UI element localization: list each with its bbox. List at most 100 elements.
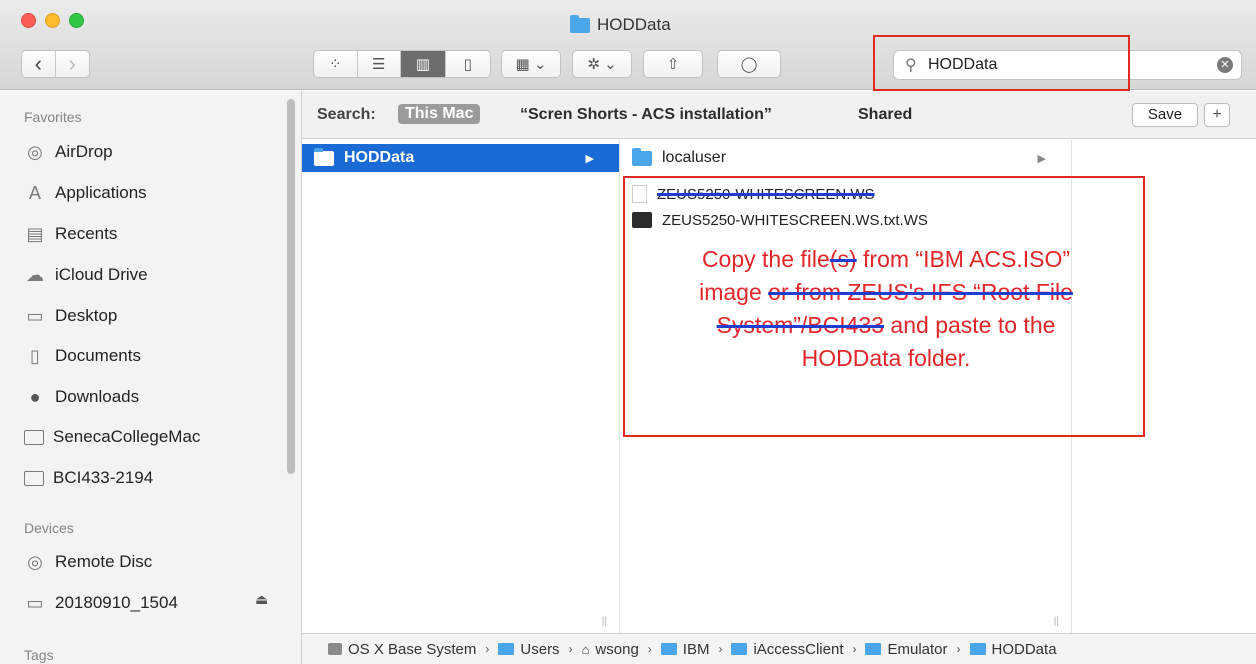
downloads-icon: ● [29,386,41,407]
sidebar-header-favorites: Favorites [24,109,82,125]
folder-icon [632,147,652,166]
sidebar-item-label: Remote Disc [55,552,153,571]
chevron-left-icon: ‹ [34,51,42,76]
path-segment[interactable]: HODData [992,641,1057,658]
scope-folder-button[interactable]: “Scren Shorts - ACS installation” [520,106,772,124]
annotation-fragment: from “IBM ACS.ISO” [856,246,1071,272]
annotation-fragment: image [699,279,769,305]
folder-icon [24,470,44,486]
window-title: HODData [570,13,671,37]
sidebar-item-downloads[interactable]: ● Downloads [24,382,140,412]
sidebar-item-label: Documents [55,346,141,365]
chevron-right-icon: › [68,51,76,76]
sidebar-item-applications[interactable]: A Applications [24,178,147,208]
home-icon: ⌂ [581,641,590,657]
sidebar-item-label: Applications [55,183,147,202]
folder-icon [24,429,44,445]
sidebar-item-bci433-2194[interactable]: BCI433-2194 [24,463,153,493]
path-separator-icon: › [568,642,573,656]
path-segment[interactable]: wsong [595,641,638,658]
group-button[interactable]: ▦ ⌄ [501,50,561,78]
sidebar-item-recents[interactable]: ▤ Recents [24,219,117,249]
sidebar-item-desktop[interactable]: ▭ Desktop [24,301,117,331]
annotation-fragment: Copy the file [701,246,830,272]
grid-icon: ⁘ [328,56,342,73]
browser-column-1: HODData ▶ || [302,140,620,633]
sidebar-item-label: SenecaCollegeMac [53,427,201,446]
annotation-fragment: and paste to the [884,312,1056,338]
icon-view-button[interactable]: ⁘ [314,51,358,77]
path-segment[interactable]: IBM [683,641,710,658]
scope-shared-button[interactable]: Shared [858,106,912,124]
sidebar-item-label: iCloud Drive [55,265,148,284]
coverflow-icon: ▯ [463,56,472,73]
applications-icon: A [28,182,41,203]
disk-icon [328,643,342,655]
path-separator-icon: › [485,642,490,656]
sidebar-item-documents[interactable]: ▯ Documents [24,341,141,371]
sidebar-item-label: Recents [55,224,118,243]
save-search-button[interactable]: Save [1132,103,1198,127]
path-separator-icon: › [718,642,723,656]
column-resize-handle[interactable]: || [602,616,607,627]
share-button[interactable]: ⇧ [643,50,703,78]
view-mode-control: ⁘ ☰ ▥ ▯ [313,50,491,78]
list-item-label: localuser [662,149,727,166]
gear-icon: ✲ ⌄ [587,56,617,73]
folder-icon [498,643,515,655]
sidebar-item-label: Downloads [55,387,140,406]
search-scope-label: Search: [317,106,376,123]
finder-window: HODData ‹ › ⁘ ☰ ▥ ▯ ▦ ⌄ ✲ ⌄ ⇧ ◯ ⚲ HODDat… [0,0,1256,664]
list-item-hoddata[interactable]: HODData ▶ [302,144,619,172]
coverflow-view-button[interactable]: ▯ [446,51,490,77]
path-segment[interactable]: Users [520,641,559,658]
sidebar-item-label: BCI433-2194 [53,468,154,487]
annotation-text: Copy the file(s) from “IBM ACS.ISO” imag… [652,243,1120,375]
folder-icon [969,643,986,655]
close-window-button[interactable] [21,13,36,28]
folder-icon [865,643,882,655]
annotation-struck-fragment: or from ZEUS's IFS “Root File [768,279,1073,305]
icloud-icon: ☁ [26,264,44,285]
list-icon: ☰ [372,56,386,73]
column-view-button[interactable]: ▥ [401,51,446,77]
disclosure-arrow-icon: ▶ [1037,152,1046,165]
path-segment[interactable]: iAccessClient [753,641,843,658]
sidebar-item-drive[interactable]: ▭ 20180910_1504 [24,588,178,618]
title-toolbar: HODData ‹ › ⁘ ☰ ▥ ▯ ▦ ⌄ ✲ ⌄ ⇧ ◯ ⚲ HODDat… [0,0,1256,91]
add-criteria-button[interactable]: + [1204,103,1230,127]
sidebar-scrollbar[interactable] [287,99,295,474]
scope-this-mac-button[interactable]: This Mac [398,104,481,124]
sidebar-item-label: Desktop [55,306,118,325]
columns-icon: ▥ [415,56,430,73]
folder-icon [731,643,748,655]
path-segment[interactable]: Emulator [887,641,947,658]
annotation-struck-fragment: System”/BCI433 [716,312,885,338]
eject-icon[interactable]: ⏏ [255,591,268,608]
path-segment[interactable]: OS X Base System [348,641,476,658]
sidebar-item-senecacollegemac[interactable]: SenecaCollegeMac [24,422,200,452]
sidebar-item-remote-disc[interactable]: ◎ Remote Disc [24,547,152,577]
sidebar-header-tags: Tags [24,647,54,663]
disc-icon: ◎ [27,551,43,572]
tags-button[interactable]: ◯ [717,50,781,78]
back-button[interactable]: ‹ [22,50,56,78]
sidebar-item-airdrop[interactable]: ◎ AirDrop [24,137,112,167]
airdrop-icon: ◎ [27,141,43,162]
path-separator-icon: › [647,642,652,656]
forward-button[interactable]: › [56,50,90,78]
desktop-icon: ▭ [26,305,44,326]
path-bar: OS X Base System › Users › ⌂ wsong › IBM… [302,633,1256,664]
zoom-window-button[interactable] [69,13,84,28]
sidebar-item-icloud-drive[interactable]: ☁ iCloud Drive [24,260,148,290]
tag-icon: ◯ [740,56,758,73]
list-item-localuser[interactable]: localuser ▶ [620,144,1071,172]
column-resize-handle[interactable]: || [1054,616,1059,627]
action-button[interactable]: ✲ ⌄ [572,50,632,78]
sidebar-item-label: 20180910_1504 [55,593,178,612]
list-view-button[interactable]: ☰ [358,51,402,77]
drive-icon: ▭ [26,592,44,613]
clear-search-icon[interactable]: ✕ [1217,57,1233,73]
minimize-window-button[interactable] [45,13,60,28]
window-title-text: HODData [597,15,671,34]
